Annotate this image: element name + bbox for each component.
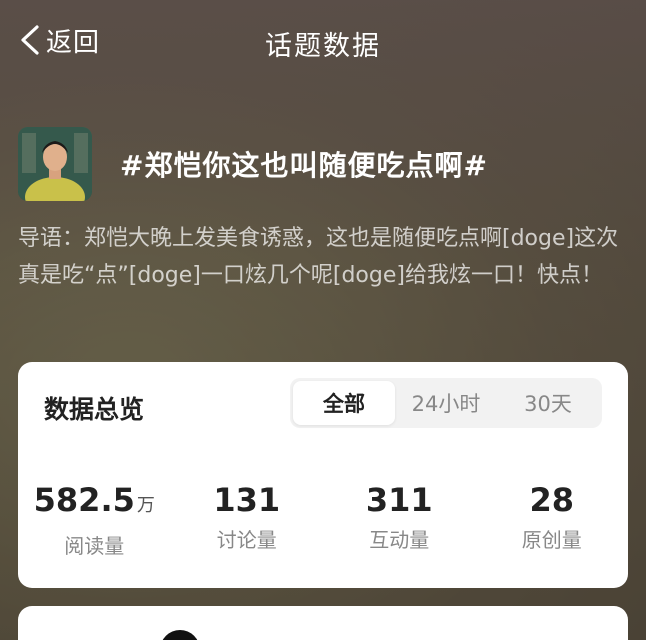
navigation-bar: 返回 话题数据 xyxy=(0,0,646,80)
stat-label: 阅读量 xyxy=(64,534,125,558)
stat-reads: 582.5 万 阅读量 xyxy=(18,480,171,559)
tab-all[interactable]: 全部 xyxy=(293,381,395,425)
secondary-card-icon xyxy=(160,630,200,640)
avatar-image xyxy=(18,127,92,201)
stat-unit: 万 xyxy=(136,495,155,516)
card-title: 数据总览 xyxy=(44,395,145,424)
time-range-selector: 全部 24小时 30天 xyxy=(290,378,602,428)
stat-value: 582.5 xyxy=(33,481,135,519)
stat-label: 互动量 xyxy=(369,528,430,552)
secondary-card xyxy=(18,606,628,640)
tab-30d[interactable]: 30天 xyxy=(497,381,599,425)
stat-originals: 28 原创量 xyxy=(476,480,629,559)
avatar[interactable] xyxy=(18,127,92,201)
stat-interactions: 311 互动量 xyxy=(323,480,476,559)
stat-value: 311 xyxy=(365,481,433,519)
stat-label: 讨论量 xyxy=(216,528,277,552)
stats-row: 582.5 万 阅读量 131 讨论量 311 互动量 28 原创量 xyxy=(18,480,628,559)
stat-discussions: 131 讨论量 xyxy=(171,480,324,559)
tab-24h[interactable]: 24小时 xyxy=(395,381,497,425)
stat-value: 28 xyxy=(529,481,575,519)
data-overview-card: 数据总览 全部 24小时 30天 582.5 万 阅读量 131 讨论量 311 … xyxy=(18,362,628,588)
stat-label: 原创量 xyxy=(521,528,582,552)
stat-value: 131 xyxy=(213,481,281,519)
page-title: 话题数据 xyxy=(265,31,381,62)
topic-intro: 导语：郑恺大晚上发美食诱惑，这也是随便吃点啊[doge]这次真是吃“点”[dog… xyxy=(18,226,619,288)
topic-title[interactable]: #郑恺你这也叫随便吃点啊# xyxy=(120,144,488,184)
topic-header: #郑恺你这也叫随便吃点啊# xyxy=(18,127,488,201)
